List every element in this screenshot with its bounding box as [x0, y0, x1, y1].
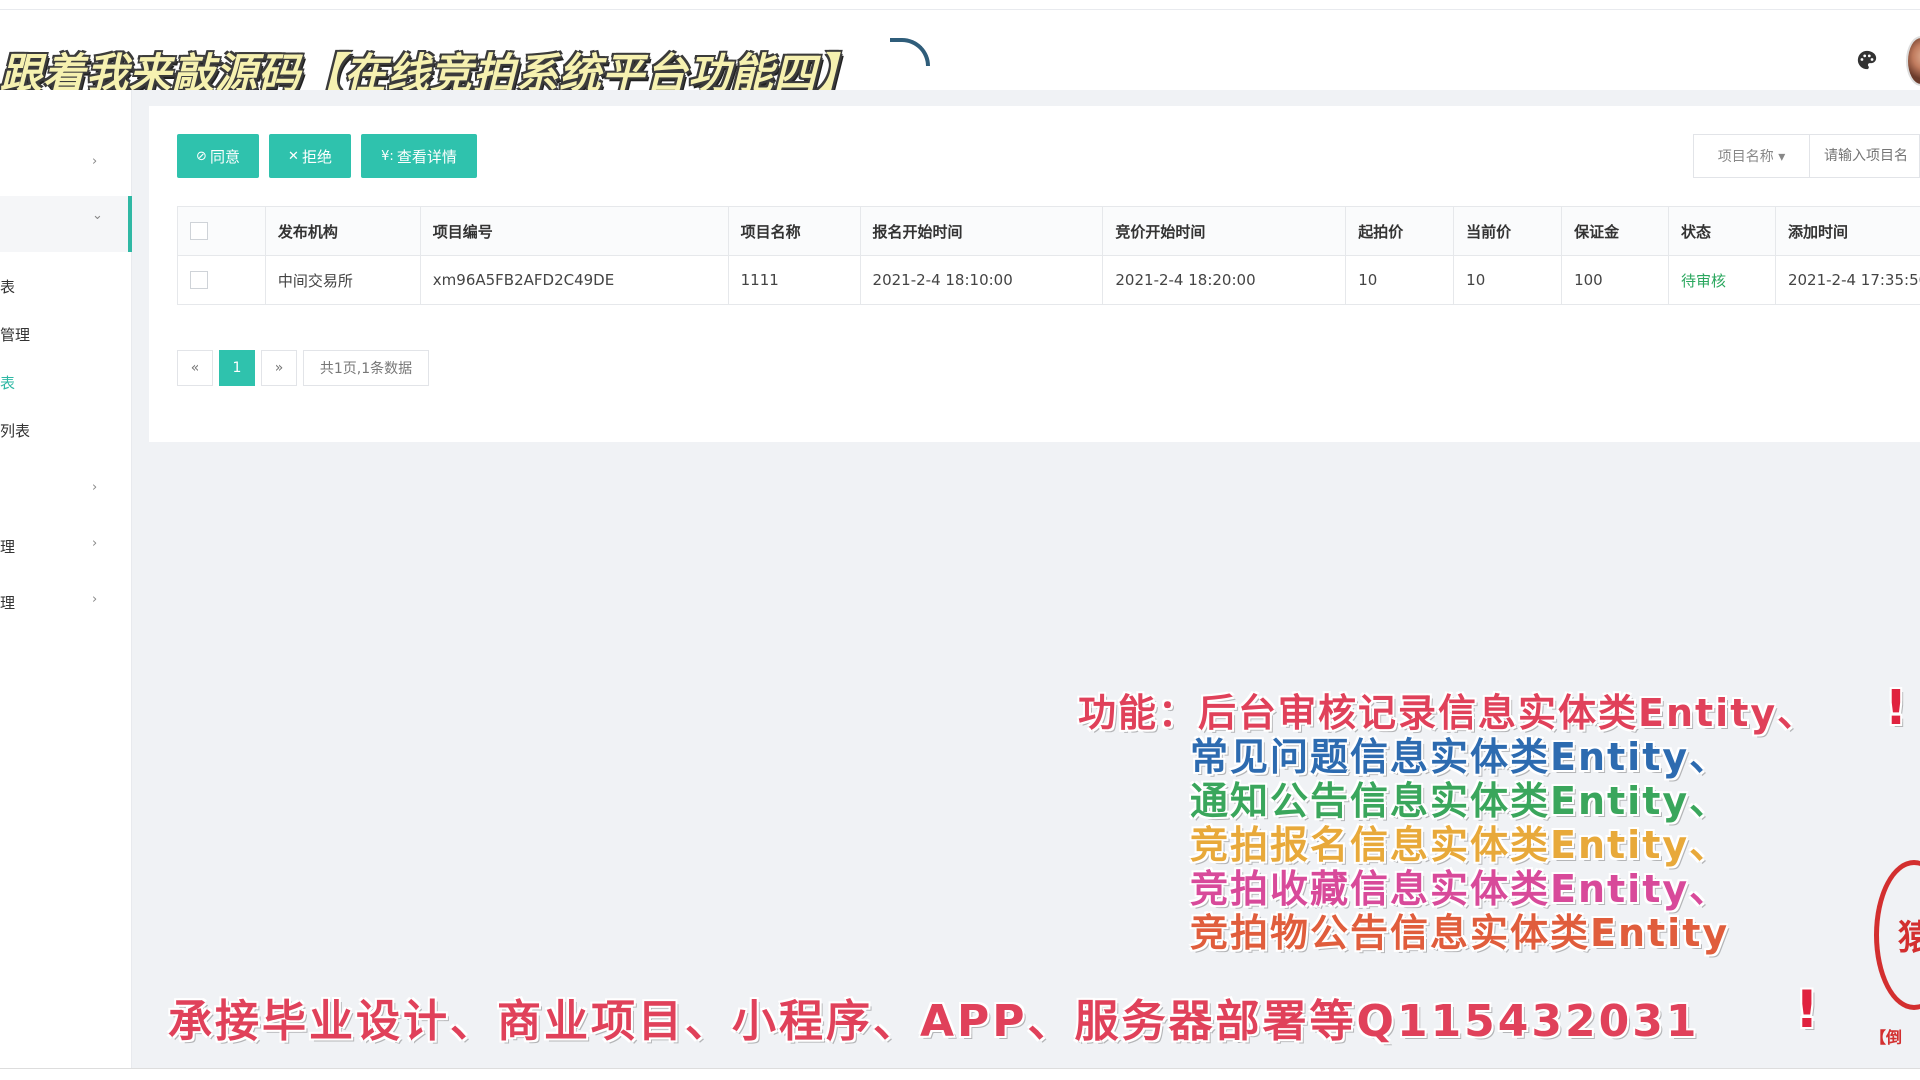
col-header[interactable]: 当前价: [1453, 206, 1563, 256]
col-header[interactable]: 添加时间: [1774, 206, 1920, 256]
pagination-page-1[interactable]: 1: [219, 350, 255, 386]
chevron-down-icon: ⌄: [92, 208, 103, 223]
chevron-right-icon: ›: [92, 536, 98, 551]
cell-added-time: 2021-2-4 17:35:50: [1774, 255, 1920, 305]
reject-button[interactable]: ✕ 拒绝: [269, 134, 351, 178]
col-header[interactable]: 项目编号: [419, 206, 729, 256]
col-header[interactable]: 项目名称: [727, 206, 861, 256]
view-details-button-label: 查看详情: [396, 147, 457, 166]
sidebar-subitem-active[interactable]: 表: [0, 358, 132, 406]
reject-button-label: 拒绝: [301, 147, 332, 166]
sidebar-item-1[interactable]: ›: [0, 140, 132, 188]
overlay-features-line-6: 竞拍物公告信息实体类Entity: [1190, 911, 1730, 955]
top-border: [0, 0, 1920, 10]
col-header[interactable]: 竞价开始时间: [1102, 206, 1347, 256]
sidebar-subitem-manage[interactable]: 管理: [0, 310, 132, 358]
cell-start-price: 10: [1345, 255, 1455, 305]
table-row[interactable]: 中间交易所 xm96A5FB2AFD2C49DE 1111 2021-2-4 1…: [177, 255, 1920, 305]
col-header[interactable]: 起拍价: [1345, 206, 1455, 256]
cell-bid-start: 2021-2-4 18:20:00: [1102, 255, 1347, 305]
sidebar-item-label: 理: [0, 594, 16, 612]
cell-project-code: xm96A5FB2AFD2C49DE: [419, 255, 729, 305]
seal-stamp-char: 猿: [1898, 918, 1920, 958]
col-header[interactable]: 保证金: [1561, 206, 1670, 256]
search-field-select[interactable]: 项目名称 ▾: [1694, 135, 1810, 177]
sidebar-subitem-list[interactable]: 表: [0, 262, 132, 310]
bottom-border: [0, 1068, 1920, 1080]
pagination-summary: 共1页,1条数据: [303, 350, 429, 386]
sidebar-subitem-list-2[interactable]: 列表: [0, 406, 132, 454]
row-checkbox[interactable]: [190, 271, 208, 290]
overlay-bottom-caption: 承接毕业设计、商业项目、小程序、APP、服务器部署等Q115432031: [168, 996, 1700, 1047]
cell-deposit: 100: [1561, 255, 1670, 305]
agree-button[interactable]: ⊘ 同意: [177, 134, 259, 178]
overlay-exclaim-bottom: !: [1795, 980, 1821, 1040]
pagination-prev[interactable]: «: [177, 350, 213, 386]
view-details-button[interactable]: ¥: 查看详情: [361, 134, 477, 178]
select-all-cell: [177, 206, 266, 256]
sidebar: › ⌄ 表 管理 表 列表 › 理 › 理 ›: [0, 90, 132, 1070]
col-header[interactable]: 发布机构: [264, 206, 421, 256]
sidebar-item-2-open[interactable]: ⌄: [0, 196, 132, 252]
search-bar: 项目名称 ▾: [1693, 134, 1920, 178]
data-table: 发布机构 项目编号 项目名称 报名开始时间 竞价开始时间 起拍价 当前价 保证金…: [177, 206, 1920, 305]
pagination-next[interactable]: »: [261, 350, 297, 386]
cell-project-name: 1111: [727, 255, 861, 305]
banner-swoosh-decoration: [890, 38, 930, 66]
chevron-right-icon: ›: [92, 480, 98, 495]
sidebar-item-label: 表: [0, 278, 16, 296]
sidebar-item-4[interactable]: 理 ›: [0, 522, 132, 570]
table-header-row: 发布机构 项目编号 项目名称 报名开始时间 竞价开始时间 起拍价 当前价 保证金…: [177, 206, 1920, 256]
col-header[interactable]: 报名开始时间: [859, 206, 1104, 256]
sidebar-item-5[interactable]: 理 ›: [0, 578, 132, 626]
check-circle-icon: ⊘: [196, 148, 207, 164]
sidebar-item-label: 管理: [0, 326, 31, 344]
chevron-right-icon: ›: [92, 592, 98, 607]
sidebar-item-label: 理: [0, 538, 16, 556]
search-input[interactable]: [1810, 135, 1920, 177]
sidebar-item-3[interactable]: ›: [0, 466, 132, 514]
cell-signup-start: 2021-2-4 18:10:00: [859, 255, 1104, 305]
select-all-checkbox[interactable]: [190, 222, 208, 241]
close-icon: ✕: [288, 148, 299, 164]
sidebar-item-label: 表: [0, 374, 16, 392]
agree-button-label: 同意: [209, 147, 240, 166]
seal-stamp-caption: 【倒: [1870, 1028, 1903, 1047]
cell-current-price: 10: [1453, 255, 1563, 305]
overlay-exclaim-top: !: [1885, 680, 1909, 736]
user-avatar[interactable]: [1906, 36, 1920, 86]
palette-icon[interactable]: [1856, 49, 1878, 71]
top-header: 跟着我来敲源码【在线竞拍系统平台功能四】: [0, 10, 1920, 98]
col-header[interactable]: 状态: [1668, 206, 1776, 256]
chevron-right-icon: ›: [92, 154, 98, 169]
sidebar-item-label: 列表: [0, 422, 31, 440]
cell-publisher: 中间交易所: [264, 255, 421, 305]
row-select-cell: [177, 255, 266, 305]
status-badge: 待审核: [1668, 255, 1776, 305]
details-icon: ¥:: [381, 148, 394, 164]
